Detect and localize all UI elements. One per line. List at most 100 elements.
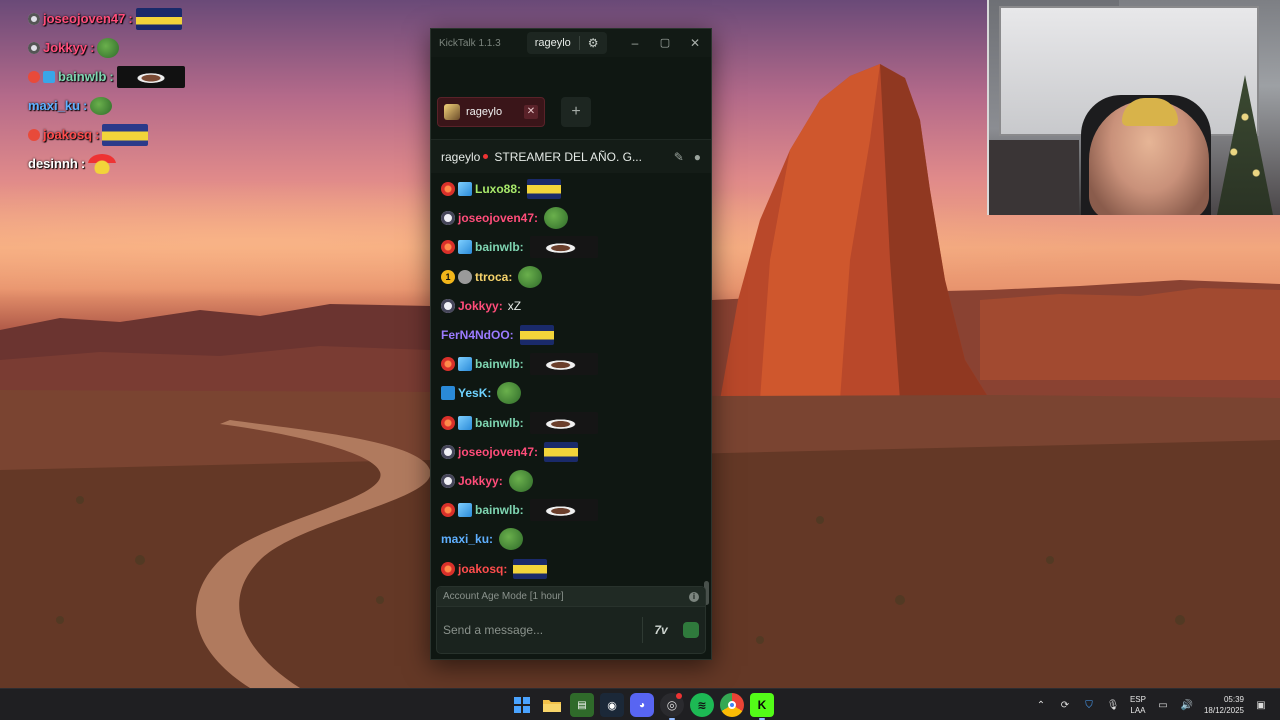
pin-icon[interactable]: ✎ [674, 150, 684, 164]
steam-icon[interactable]: ◉ [600, 693, 624, 717]
overlay-colon: : [80, 156, 86, 171]
cube-badge-icon[interactable] [458, 240, 472, 255]
bus-emote-icon[interactable] [513, 558, 548, 579]
maximize-icon[interactable]: ▢ [657, 36, 673, 50]
chat-message[interactable]: YesK: [441, 382, 522, 405]
security-shield-icon[interactable]: ⛉ [1082, 698, 1096, 712]
gift-badge-icon[interactable] [441, 415, 455, 430]
circle-badge-icon [28, 12, 40, 25]
chat-username[interactable]: bainwlb: [475, 503, 524, 517]
chat-username[interactable]: joakosq: [458, 562, 507, 576]
title-bar[interactable]: KickTalk 1.1.3 rageylo ⚙ – ▢ ✕ [431, 29, 711, 57]
bus-emote-icon[interactable] [519, 325, 554, 345]
app-icon-green[interactable]: ▤ [570, 693, 594, 717]
sync-icon[interactable]: ⟳ [1058, 698, 1072, 712]
circle-badge-icon[interactable] [441, 474, 455, 488]
circle-badge-icon[interactable] [441, 211, 455, 226]
chat-username[interactable]: joseojoven47: [458, 445, 538, 459]
chat-username[interactable]: YesK: [458, 386, 491, 400]
gift-badge-icon[interactable] [441, 240, 455, 255]
pepe-emote-icon[interactable] [518, 265, 543, 288]
pepe-emote-icon[interactable] [508, 470, 533, 492]
taskbar-apps: ▤ ◉ ◕ ◎ ≋ K [510, 693, 774, 720]
seventv-emote-button[interactable]: 7v [651, 623, 671, 637]
chat-message[interactable]: Jokkyy: xZ [441, 295, 521, 317]
gray-badge-icon[interactable] [458, 269, 472, 284]
chat-message[interactable]: maxi_ku: [441, 528, 524, 551]
face-emote-icon[interactable] [529, 499, 598, 522]
chat-username[interactable]: Jokkyy: [458, 299, 503, 313]
chat-message[interactable]: joseojoven47: [441, 207, 569, 230]
chat-username[interactable]: Jokkyy: [458, 474, 503, 488]
chat-message-list[interactable]: Luxo88: joseojoven47: bainwlb: 1 ttroca: Jokk… [431, 173, 711, 605]
language-indicator[interactable]: ESP LAA [1130, 694, 1146, 716]
chat-message[interactable]: bainwlb: [441, 353, 598, 376]
chat-username[interactable]: FerN4NdOO: [441, 328, 514, 342]
discord-icon[interactable]: ◕ [630, 693, 654, 717]
chat-message[interactable]: bainwlb: [441, 499, 598, 522]
file-explorer-icon[interactable] [540, 693, 564, 717]
spotify-icon[interactable]: ≋ [690, 693, 714, 717]
circle-badge-icon[interactable] [441, 444, 455, 459]
settings-icon[interactable]: ⚙ [588, 36, 599, 50]
sub-1-badge-icon[interactable]: 1 [441, 269, 455, 284]
chat-username[interactable]: ttroca: [475, 270, 512, 284]
kicktalk-taskbar-icon[interactable]: K [750, 693, 774, 720]
chevron-up-icon[interactable]: ⌃ [1034, 698, 1048, 712]
user-menu-button[interactable]: rageylo ⚙ [526, 32, 607, 54]
chat-message[interactable]: joseojoven47: [441, 441, 579, 463]
chat-username[interactable]: bainwlb: [475, 357, 524, 371]
chat-username[interactable]: bainwlb: [475, 240, 524, 254]
face-emote-icon[interactable] [529, 411, 598, 434]
start-button[interactable] [510, 693, 534, 717]
bus-emote-icon[interactable] [544, 441, 579, 462]
face-emote-icon[interactable] [529, 236, 598, 259]
chat-message[interactable]: FerN4NdOO: [441, 324, 554, 346]
circle-badge-icon[interactable] [441, 298, 455, 313]
message-input[interactable] [443, 623, 634, 637]
gift-badge-icon[interactable] [441, 182, 455, 196]
pepe-emote-icon[interactable] [499, 528, 524, 551]
kick-emote-picker-icon[interactable] [683, 622, 699, 638]
cube-badge-icon[interactable] [458, 182, 472, 196]
chat-username[interactable]: bainwlb: [475, 416, 524, 430]
user-icon[interactable]: ● [694, 150, 701, 164]
chat-message[interactable]: Luxo88: [441, 178, 562, 200]
gift-badge-icon[interactable] [441, 561, 455, 576]
close-icon[interactable]: ✕ [687, 36, 703, 50]
mod-badge-icon[interactable] [441, 386, 455, 401]
chat-username[interactable]: Luxo88: [475, 182, 521, 196]
minimize-icon[interactable]: – [627, 36, 643, 50]
info-icon[interactable]: i [689, 591, 699, 602]
pepe-emote-icon[interactable] [544, 207, 569, 230]
overlay-row: desinnh : [28, 149, 228, 178]
notification-dot-icon [676, 693, 682, 699]
cube-badge-icon[interactable] [458, 357, 472, 372]
chat-message[interactable]: joakosq: [441, 558, 548, 580]
chrome-center-icon [728, 701, 736, 709]
volume-icon[interactable]: 🔊 [1180, 698, 1194, 712]
notifications-icon[interactable]: ▣ [1254, 698, 1268, 712]
tab-close-icon[interactable]: ✕ [524, 105, 538, 119]
chat-message[interactable]: Jokkyy: [441, 470, 533, 492]
gift-badge-icon[interactable] [441, 357, 455, 372]
microphone-icon[interactable]: 🎙 [1106, 698, 1120, 712]
clock[interactable]: 05:39 18/12/2025 [1204, 694, 1244, 716]
add-tab-button[interactable]: + [561, 97, 591, 127]
cube-badge-icon[interactable] [458, 503, 472, 518]
chat-username[interactable]: joseojoven47: [458, 211, 538, 225]
chat-username[interactable]: maxi_ku: [441, 532, 493, 546]
tab-rageylo[interactable]: rageylo ✕ [437, 97, 545, 127]
pepe-emote-icon[interactable] [497, 382, 522, 405]
chat-message[interactable]: bainwlb: [441, 236, 598, 259]
gift-badge-icon[interactable] [441, 503, 455, 518]
channel-name[interactable]: rageylo [441, 150, 480, 164]
face-emote-icon[interactable] [529, 353, 598, 376]
bus-emote-icon[interactable] [527, 179, 562, 199]
chat-message[interactable]: bainwlb: [441, 411, 598, 434]
chat-message[interactable]: 1 ttroca: [441, 265, 543, 288]
monitor-icon[interactable]: ▭ [1156, 698, 1170, 712]
obs-icon[interactable]: ◎ [660, 693, 684, 720]
cube-badge-icon[interactable] [458, 415, 472, 430]
chrome-icon[interactable] [720, 693, 744, 717]
